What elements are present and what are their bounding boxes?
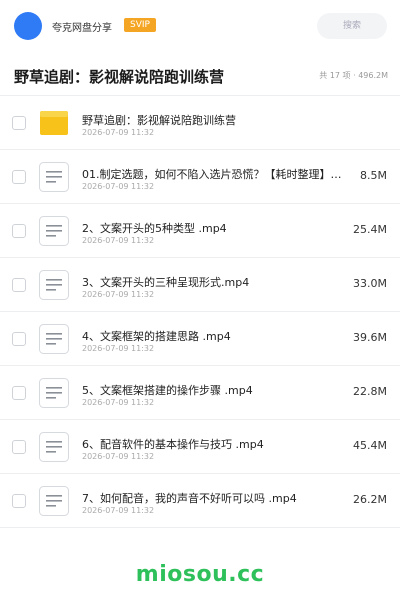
folder-title-row: 野草追剧：影视解说陪跑训练营 共 17 项 · 496.2M bbox=[0, 54, 400, 96]
folder-icon bbox=[40, 111, 68, 135]
list-item[interactable]: 3、文案开头的三种呈现形式.mp4 2026-07-09 11:32 33.0M bbox=[0, 258, 400, 312]
item-size: 39.6M bbox=[353, 331, 387, 344]
item-size: 33.0M bbox=[353, 277, 387, 290]
item-date: 2026-07-09 11:32 bbox=[82, 128, 155, 137]
list-item[interactable]: 4、文案框架的搭建思路 .mp4 2026-07-09 11:32 39.6M bbox=[0, 312, 400, 366]
search-input[interactable]: 搜索 bbox=[317, 13, 387, 39]
item-size: 25.4M bbox=[353, 223, 387, 236]
file-icon bbox=[39, 432, 69, 462]
list-item[interactable]: 6、配音软件的基本操作与技巧 .mp4 2026-07-09 11:32 45.… bbox=[0, 420, 400, 474]
row-checkbox[interactable] bbox=[12, 332, 26, 346]
page-title: 野草追剧：影视解说陪跑训练营 bbox=[14, 68, 225, 86]
row-checkbox[interactable] bbox=[12, 116, 26, 130]
list-item[interactable]: 7、如何配音，我的声音不好听可以吗 .mp4 2026-07-09 11:32 … bbox=[0, 474, 400, 528]
row-checkbox[interactable] bbox=[12, 440, 26, 454]
item-name: 野草追剧：影视解说陪跑训练营 bbox=[82, 114, 236, 127]
item-name: 5、文案框架搭建的操作步骤 .mp4 bbox=[82, 384, 253, 397]
item-name: 6、配音软件的基本操作与技巧 .mp4 bbox=[82, 438, 264, 451]
list-item[interactable]: 01.制定选题，如何不陷入选片恐慌？【耗时整理】不… 2026-07-09 11… bbox=[0, 150, 400, 204]
svip-badge: SVIP bbox=[124, 18, 156, 32]
item-size: 22.8M bbox=[353, 385, 387, 398]
row-checkbox[interactable] bbox=[12, 278, 26, 292]
file-icon bbox=[39, 324, 69, 354]
file-list: 野草追剧：影视解说陪跑训练营 2026-07-09 11:32 01.制定选题，… bbox=[0, 96, 400, 528]
list-item[interactable]: 2、文案开头的5种类型 .mp4 2026-07-09 11:32 25.4M bbox=[0, 204, 400, 258]
row-checkbox[interactable] bbox=[12, 386, 26, 400]
file-icon bbox=[39, 216, 69, 246]
item-name: 01.制定选题，如何不陷入选片恐慌？【耗时整理】不… bbox=[82, 168, 352, 181]
brand-label: 夸克网盘分享 bbox=[52, 23, 112, 34]
item-size: 45.4M bbox=[353, 439, 387, 452]
item-name: 3、文案开头的三种呈现形式.mp4 bbox=[82, 276, 250, 289]
avatar[interactable] bbox=[14, 12, 42, 40]
list-item[interactable]: 野草追剧：影视解说陪跑训练营 2026-07-09 11:32 bbox=[0, 96, 400, 150]
file-icon bbox=[39, 270, 69, 300]
app-header: 夸克网盘分享 SVIP 搜索 bbox=[0, 0, 400, 54]
folder-summary: 共 17 项 · 496.2M bbox=[319, 71, 388, 80]
row-checkbox[interactable] bbox=[12, 170, 26, 184]
item-date: 2026-07-09 11:32 bbox=[82, 182, 155, 191]
item-date: 2026-07-09 11:32 bbox=[82, 506, 155, 515]
item-name: 4、文案框架的搭建思路 .mp4 bbox=[82, 330, 231, 343]
footer: miosou.cc bbox=[0, 548, 400, 600]
item-date: 2026-07-09 11:32 bbox=[82, 344, 155, 353]
item-date: 2026-07-09 11:32 bbox=[82, 290, 155, 299]
file-icon bbox=[39, 162, 69, 192]
watermark: miosou.cc bbox=[135, 562, 265, 587]
list-item[interactable]: 5、文案框架搭建的操作步骤 .mp4 2026-07-09 11:32 22.8… bbox=[0, 366, 400, 420]
item-size: 8.5M bbox=[360, 169, 387, 182]
item-name: 2、文案开头的5种类型 .mp4 bbox=[82, 222, 227, 235]
item-date: 2026-07-09 11:32 bbox=[82, 398, 155, 407]
item-size: 26.2M bbox=[353, 493, 387, 506]
file-icon bbox=[39, 486, 69, 516]
row-checkbox[interactable] bbox=[12, 224, 26, 238]
item-name: 7、如何配音，我的声音不好听可以吗 .mp4 bbox=[82, 492, 297, 505]
file-icon bbox=[39, 378, 69, 408]
row-checkbox[interactable] bbox=[12, 494, 26, 508]
item-date: 2026-07-09 11:32 bbox=[82, 452, 155, 461]
item-date: 2026-07-09 11:32 bbox=[82, 236, 155, 245]
